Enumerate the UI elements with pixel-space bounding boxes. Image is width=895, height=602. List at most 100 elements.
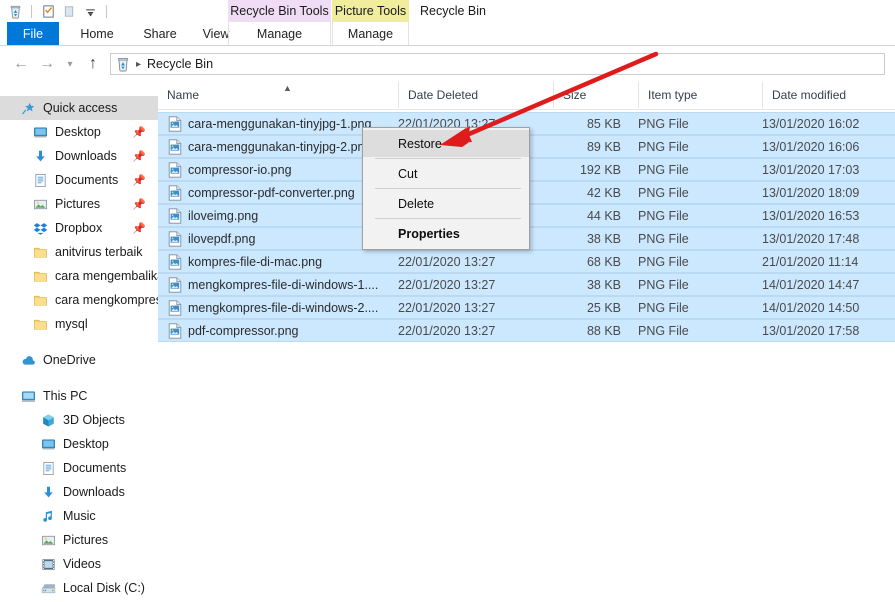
sidebar-item-this-pc[interactable]: This PC (0, 384, 158, 408)
pin-icon[interactable]: 📌 (132, 174, 146, 187)
breadcrumb-chevron-icon[interactable]: ▸ (136, 59, 141, 70)
file-name-cell[interactable]: cara-menggunakan-tinyjpg-1.png (168, 115, 372, 132)
context-menu-item-properties[interactable]: Properties (363, 220, 529, 247)
pin-icon[interactable]: 📌 (132, 198, 146, 211)
size-cell: 42 KB (586, 185, 621, 200)
column-header-date-modified[interactable]: Date modified (762, 82, 895, 108)
sidebar-item-cara-mengembalika[interactable]: cara mengembalika (0, 264, 158, 288)
size-cell: 38 KB (586, 277, 621, 292)
date-modified-cell: 13/01/2020 17:58 (762, 323, 860, 338)
back-icon[interactable]: ← (8, 51, 34, 77)
context-menu-item-delete[interactable]: Delete (363, 190, 529, 217)
properties-icon[interactable] (39, 2, 57, 20)
sidebar-item-downloads-pc[interactable]: Downloads (0, 480, 158, 504)
table-row[interactable]: mengkompres-file-di-windows-2.... 22/01/… (158, 296, 895, 319)
sidebar-label: anitvirus terbaik (55, 245, 143, 259)
forward-icon[interactable]: → (34, 51, 60, 77)
file-name-cell[interactable]: ilovepdf.png (168, 230, 256, 247)
file-name-cell[interactable]: cara-menggunakan-tinyjpg-2.png (168, 138, 371, 155)
sidebar-item-quick-access[interactable]: Quick access (0, 96, 158, 120)
desktop-icon (32, 124, 48, 140)
item-type-cell: PNG File (638, 277, 689, 292)
sidebar-item-desktop[interactable]: Desktop 📌 (0, 120, 158, 144)
file-name-text: cara-menggunakan-tinyjpg-1.png (188, 116, 372, 131)
sidebar-item-local-disk-c[interactable]: Local Disk (C:) (0, 576, 158, 600)
breadcrumb[interactable]: Recycle Bin (147, 57, 213, 71)
file-name-cell[interactable]: mengkompres-file-di-windows-2.... (168, 299, 379, 316)
music-icon (40, 508, 56, 524)
item-type-cell: PNG File (638, 231, 689, 246)
pin-icon[interactable]: 📌 (132, 222, 146, 235)
file-name-cell[interactable]: compressor-pdf-converter.png (168, 184, 355, 201)
column-header-size[interactable]: Size (553, 82, 638, 108)
file-name-cell[interactable]: kompres-file-di-mac.png (168, 253, 323, 270)
recent-locations-chevron-icon[interactable]: ▾ (60, 51, 80, 77)
sidebar-item-cara-mengkompres[interactable]: cara mengkompres (0, 288, 158, 312)
item-type-cell: PNG File (638, 185, 689, 200)
file-name-text: kompres-file-di-mac.png (188, 254, 323, 269)
file-name-cell[interactable]: mengkompres-file-di-windows-1.... (168, 276, 378, 293)
sidebar-item-3d-objects[interactable]: 3D Objects (0, 408, 158, 432)
downloads-icon (40, 484, 56, 500)
file-name-cell[interactable]: compressor-io.png (168, 161, 292, 178)
item-type-cell: PNG File (638, 208, 689, 223)
customize-dropdown-icon[interactable] (81, 2, 99, 20)
toolbar-separator-2 (106, 4, 107, 18)
sidebar-item-documents[interactable]: Documents 📌 (0, 168, 158, 192)
column-header-date-deleted[interactable]: Date Deleted (398, 82, 553, 108)
recycle-bin-icon[interactable] (6, 2, 24, 20)
context-menu: Restore Cut Delete Properties (362, 127, 530, 250)
empty-recycle-bin-icon[interactable] (60, 2, 78, 20)
sidebar-item-dropbox[interactable]: Dropbox 📌 (0, 216, 158, 240)
column-header-item-type[interactable]: Item type (638, 82, 762, 108)
sidebar-item-mysql[interactable]: mysql (0, 312, 158, 336)
context-menu-item-cut[interactable]: Cut (363, 160, 529, 187)
file-name-cell[interactable]: pdf-compressor.png (168, 322, 298, 339)
date-modified-cell: 13/01/2020 18:09 (762, 185, 860, 200)
local-disk-icon (40, 580, 56, 596)
pin-icon[interactable]: 📌 (132, 126, 146, 139)
size-cell: 89 KB (586, 139, 621, 154)
png-file-icon (168, 253, 182, 270)
tab-manage-recycle-bin[interactable]: Manage (228, 22, 331, 46)
tab-manage-picture[interactable]: Manage (332, 22, 409, 46)
up-icon[interactable]: ↑ (80, 51, 106, 77)
pictures-icon (40, 532, 56, 548)
quick-access-toolbar (0, 2, 111, 20)
file-name-text: ilovepdf.png (188, 231, 256, 246)
png-file-icon (168, 207, 182, 224)
file-name-text: mengkompres-file-di-windows-2.... (188, 300, 379, 315)
address-bar-field[interactable]: ▸ Recycle Bin (110, 53, 885, 75)
column-header-name[interactable]: Name ▲ (158, 82, 398, 108)
sidebar-item-anitvirus-terbaik[interactable]: anitvirus terbaik (0, 240, 158, 264)
tab-home[interactable]: Home (68, 22, 126, 46)
size-cell: 25 KB (586, 300, 621, 315)
sidebar-item-pictures[interactable]: Pictures 📌 (0, 192, 158, 216)
item-type-cell: PNG File (638, 162, 689, 177)
tab-share[interactable]: Share (131, 22, 189, 46)
table-row[interactable]: mengkompres-file-di-windows-1.... 22/01/… (158, 273, 895, 296)
sidebar-item-onedrive[interactable]: OneDrive (0, 348, 158, 372)
sidebar-label: Desktop (63, 437, 109, 451)
date-modified-cell: 14/01/2020 14:50 (762, 300, 860, 315)
videos-icon (40, 556, 56, 572)
date-modified-cell: 13/01/2020 17:48 (762, 231, 860, 246)
sidebar-item-desktop-pc[interactable]: Desktop (0, 432, 158, 456)
pin-icon[interactable]: 📌 (132, 150, 146, 163)
window-title: Recycle Bin (420, 4, 486, 18)
sidebar-item-videos[interactable]: Videos (0, 552, 158, 576)
file-name-cell[interactable]: iloveimg.png (168, 207, 258, 224)
sidebar-item-pictures-pc[interactable]: Pictures (0, 528, 158, 552)
sidebar-label: cara mengkompres (55, 293, 158, 307)
context-menu-item-restore[interactable]: Restore (363, 130, 529, 157)
sidebar-label: OneDrive (43, 353, 96, 367)
table-row[interactable]: pdf-compressor.png 22/01/2020 13:27 88 K… (158, 319, 895, 342)
sidebar-label: Videos (63, 557, 101, 571)
sidebar-item-documents-pc[interactable]: Documents (0, 456, 158, 480)
table-row[interactable]: kompres-file-di-mac.png 22/01/2020 13:27… (158, 250, 895, 273)
sidebar-label: Dropbox (55, 221, 103, 235)
sidebar-item-music[interactable]: Music (0, 504, 158, 528)
tab-file[interactable]: File (7, 22, 59, 46)
sidebar-item-downloads[interactable]: Downloads 📌 (0, 144, 158, 168)
